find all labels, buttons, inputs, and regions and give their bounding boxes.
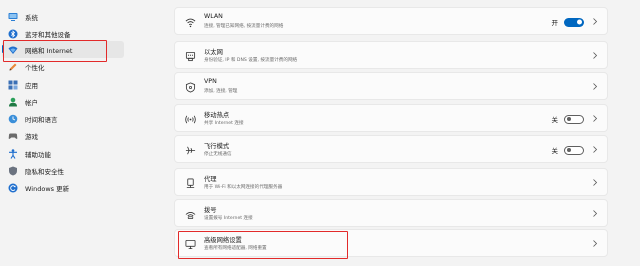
chevron-right-icon [592,114,598,123]
setting-subtitle: 设置拨号 Internet 连接 [204,215,253,221]
hotspot-toggle[interactable] [564,114,584,124]
sidebar-item-accessibility[interactable]: 辅助功能 [2,145,124,162]
sidebar-item-personalization[interactable]: 个性化 [2,58,124,75]
wifi-icon [185,17,196,28]
setting-card-dialup[interactable]: 拨号 设置拨号 Internet 连接 [174,199,608,227]
setting-title: 飞行模式 [204,143,230,150]
sidebar-item-gaming[interactable]: 游戏 [2,127,124,144]
chevron-right-icon [592,239,598,248]
setting-card-mobile-hotspot[interactable]: 移动热点 共享 Internet 连接 关 [174,104,608,132]
chevron-right-icon [592,82,598,91]
setting-subtitle: 连接, 管理已知网络, 按流量计费的网络 [204,23,284,29]
toggle-state-label: 关 [551,147,559,155]
sidebar-item-label: 游戏 [25,132,38,141]
vpn-shield-icon [185,82,196,93]
airplane-icon [185,145,196,156]
chevron-right-icon [592,178,598,187]
hotspot-toggle-group: 关 [551,113,584,125]
globe-clock-icon [8,114,18,124]
sidebar-item-privacy[interactable]: 隐私和安全性 [2,162,124,179]
setting-card-advanced-network[interactable]: 高级网络设置 查看所有网络适配器, 网络重置 [174,229,608,257]
setting-card-vpn[interactable]: VPN 添加, 连接, 管理 [174,72,608,100]
person-icon [8,97,18,107]
ethernet-icon [185,51,196,62]
update-icon [8,183,18,193]
sidebar-item-label: 辅助功能 [25,150,51,159]
toggle-knob [577,19,582,25]
setting-subtitle: 身份验证, IP 和 DNS 设置, 按流量计费的网络 [204,57,298,63]
sidebar-item-apps[interactable]: 应用 [2,76,124,93]
bluetooth-icon [8,29,18,39]
setting-subtitle: 添加, 连接, 管理 [204,88,238,94]
setting-title: 移动热点 [204,112,230,119]
setting-card-proxy[interactable]: 代理 用于 Wi-Fi 和以太网连接的代理服务器 [174,168,608,196]
chevron-right-icon [592,209,598,218]
setting-title: VPN [204,78,217,85]
shield-icon [8,166,18,176]
sidebar-item-label: 时间和语言 [25,115,58,124]
sidebar-item-label: 系统 [25,13,38,22]
wlan-toggle-group: 开 [551,16,584,28]
sidebar-item-label: 网络和 Internet [25,46,73,55]
setting-subtitle: 查看所有网络适配器, 网络重置 [204,245,267,251]
settings-sidebar: 系统 蓝牙和其他设备 网络和 Internet 个性化 应用 帐户 时间和语言 … [0,0,128,266]
network-adapter-icon [185,239,196,250]
setting-subtitle: 共享 Internet 连接 [204,120,244,126]
sidebar-item-label: 隐私和安全性 [25,167,64,176]
setting-subtitle: 用于 Wi-Fi 和以太网连接的代理服务器 [204,184,283,190]
hotspot-icon [185,114,196,125]
sidebar-item-label: Windows 更新 [25,184,70,193]
chevron-right-icon [592,145,598,154]
setting-card-ethernet[interactable]: 以太网 身份验证, IP 和 DNS 设置, 按流量计费的网络 [174,41,608,69]
apps-icon [8,80,18,90]
setting-card-wlan[interactable]: WLAN 连接, 管理已知网络, 按流量计费的网络 开 [174,7,608,35]
sidebar-item-bluetooth[interactable]: 蓝牙和其他设备 [2,25,124,42]
sidebar-item-label: 帐户 [25,98,38,107]
gamepad-icon [8,131,18,141]
setting-title: 以太网 [204,49,223,56]
chevron-right-icon [592,51,598,60]
chevron-right-icon [592,17,598,26]
airplane-toggle-group: 关 [551,144,584,156]
wlan-toggle[interactable] [564,17,584,27]
setting-title: 拨号 [204,207,217,214]
sidebar-item-time-language[interactable]: 时间和语言 [2,110,124,127]
setting-title: WLAN [204,13,223,20]
monitor-icon [8,12,18,22]
toggle-state-label: 关 [551,116,559,124]
sidebar-item-label: 个性化 [25,63,45,72]
pen-icon [8,62,18,72]
setting-subtitle: 停止无线通信 [204,151,232,157]
sidebar-item-network[interactable]: 网络和 Internet [2,41,124,58]
sidebar-item-windows-update[interactable]: Windows 更新 [2,179,124,196]
dialup-icon [185,209,196,220]
toggle-state-label: 开 [551,19,559,27]
setting-title: 代理 [204,176,217,183]
airplane-toggle[interactable] [564,145,584,155]
sidebar-item-label: 蓝牙和其他设备 [25,30,71,39]
toggle-knob [567,117,571,121]
sidebar-item-system[interactable]: 系统 [2,8,124,25]
active-indicator [2,45,4,53]
accessibility-icon [8,148,18,159]
wifi-shield-icon [8,45,18,55]
proxy-icon [185,178,196,189]
sidebar-item-label: 应用 [25,81,38,90]
setting-title: 高级网络设置 [204,237,242,244]
toggle-knob [567,148,571,152]
setting-card-airplane-mode[interactable]: 飞行模式 停止无线通信 关 [174,135,608,163]
sidebar-item-accounts[interactable]: 帐户 [2,93,124,110]
